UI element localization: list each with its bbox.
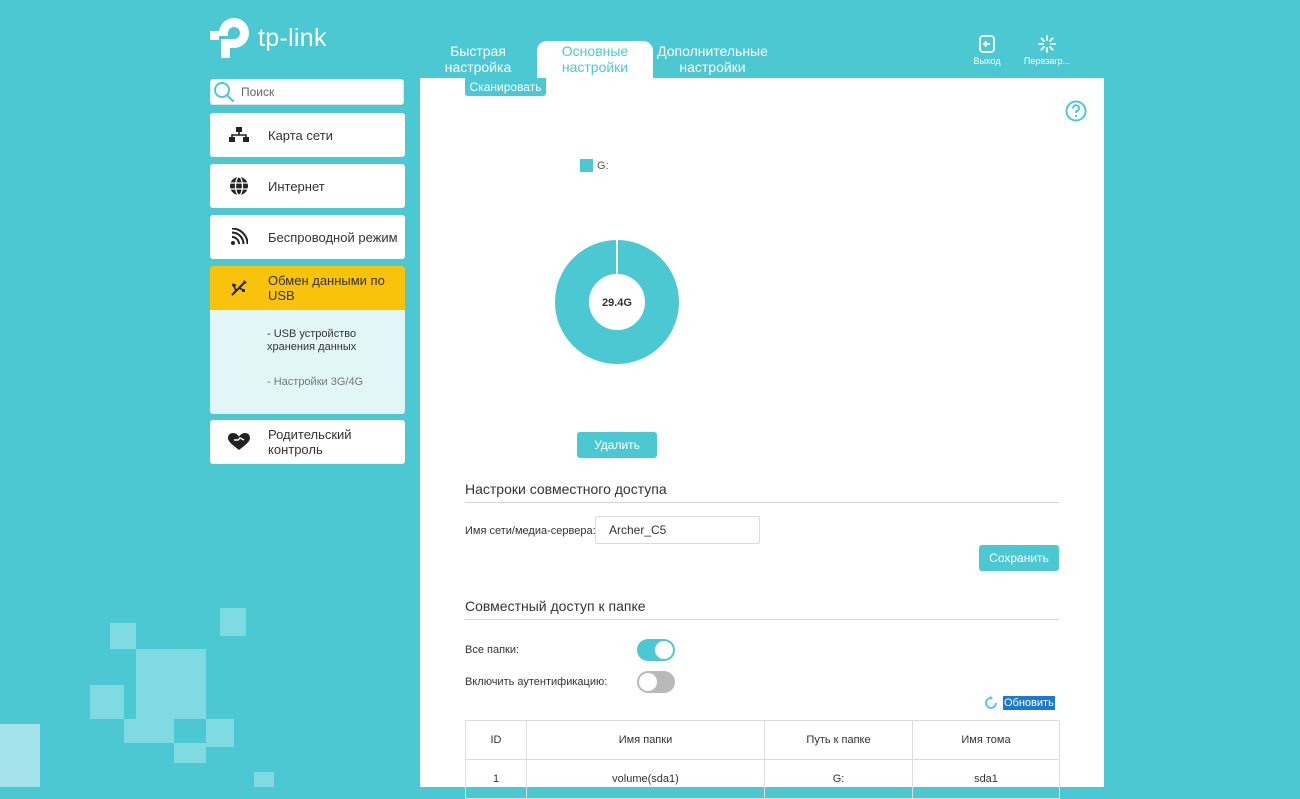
scan-button[interactable]: Сканировать bbox=[465, 78, 546, 96]
submenu-usb-storage[interactable]: - USB устройство хранения данных bbox=[267, 328, 407, 354]
toggle-knob bbox=[639, 673, 657, 691]
toggle-knob bbox=[655, 641, 673, 659]
table-row[interactable]: 1 volume(sda1) G: sda1 bbox=[465, 759, 1060, 799]
folder-sharing-title: Совместный доступ к папке bbox=[465, 598, 646, 614]
search-box[interactable] bbox=[210, 79, 404, 105]
column-header-id: ID bbox=[465, 720, 527, 760]
tab-basic-settings-label: Основные настройки bbox=[561, 43, 629, 75]
usb-icon bbox=[210, 278, 268, 298]
search-input[interactable] bbox=[239, 84, 393, 100]
reboot-button[interactable]: Перезагр... bbox=[1018, 34, 1076, 66]
search-icon bbox=[214, 82, 235, 103]
tp-link-logo-icon bbox=[210, 18, 249, 58]
logout-label: Выход bbox=[973, 56, 1001, 66]
sidebar-item-wireless[interactable]: Беспроводной режим bbox=[210, 215, 405, 259]
legend-label: G: bbox=[597, 159, 609, 172]
column-header-folder-path: Путь к папке bbox=[764, 720, 913, 760]
all-folders-label: Все папки: bbox=[465, 644, 520, 656]
tab-advanced-settings-label: Дополнительные настройки bbox=[657, 43, 768, 75]
auth-toggle[interactable] bbox=[637, 671, 675, 693]
sidebar-item-label: Родительский контроль bbox=[268, 427, 352, 457]
cell-volume-name: sda1 bbox=[912, 759, 1060, 799]
sidebar-item-label: Интернет bbox=[268, 178, 325, 194]
sharing-settings-title: Настроки совместного доступа bbox=[465, 481, 667, 497]
auth-label: Включить аутентификацию: bbox=[465, 676, 608, 688]
donut-center-label: 29.4G bbox=[602, 297, 632, 309]
tab-basic-settings[interactable]: Основные настройки bbox=[537, 41, 653, 80]
cell-folder-name: volume(sda1) bbox=[526, 759, 765, 799]
usb-submenu: - USB устройство хранения данных - Настр… bbox=[210, 310, 405, 414]
divider bbox=[465, 502, 1059, 503]
tab-quick-setup[interactable]: Быстрая настройка bbox=[440, 41, 516, 80]
server-name-label: Имя сети/медиа-сервера: bbox=[465, 525, 596, 537]
legend-swatch bbox=[580, 159, 593, 172]
column-header-folder-name: Имя папки bbox=[526, 720, 765, 760]
folder-table: ID Имя папки Путь к папке Имя тома 1 vol… bbox=[465, 720, 1060, 799]
tab-quick-setup-label: Быстрая настройка bbox=[444, 43, 512, 75]
submenu-3g-4g-settings[interactable]: - Настройки 3G/4G bbox=[267, 376, 363, 389]
all-folders-toggle[interactable] bbox=[637, 639, 675, 661]
network-map-icon bbox=[210, 127, 268, 143]
reboot-label: Перезагр... bbox=[1023, 56, 1071, 66]
help-icon[interactable] bbox=[1065, 100, 1087, 122]
sidebar-item-network-map[interactable]: Карта сети bbox=[210, 113, 405, 157]
refresh-icon bbox=[985, 696, 997, 709]
cell-folder-path: G: bbox=[764, 759, 913, 799]
refresh-button[interactable]: Обновить bbox=[984, 696, 1055, 710]
refresh-label: Обновить bbox=[1003, 696, 1055, 710]
brand-name: tp-link bbox=[258, 23, 327, 52]
server-name-input[interactable] bbox=[595, 516, 760, 544]
save-button[interactable]: Сохранить bbox=[979, 545, 1059, 571]
delete-button[interactable]: Удалить bbox=[577, 432, 657, 458]
table-header-row: ID Имя папки Путь к папке Имя тома bbox=[465, 720, 1060, 760]
wireless-icon bbox=[210, 228, 268, 246]
logout-button[interactable]: Выход bbox=[968, 34, 1006, 66]
globe-icon bbox=[210, 176, 268, 196]
sidebar-item-label: Беспроводной режим bbox=[268, 229, 398, 245]
sidebar-item-usb[interactable]: Обмен данными по USB bbox=[210, 266, 405, 310]
tab-advanced-settings[interactable]: Дополнительные настройки bbox=[655, 41, 770, 80]
divider bbox=[465, 619, 1059, 620]
sidebar-item-label: Обмен данными по USB bbox=[268, 273, 385, 303]
sidebar-item-parental-control[interactable]: Родительский контроль bbox=[210, 420, 405, 464]
parental-control-icon bbox=[210, 433, 268, 451]
sidebar-item-internet[interactable]: Интернет bbox=[210, 164, 405, 208]
main-panel: Сканировать G: 29.4G Удалить Настроки со… bbox=[420, 78, 1104, 799]
logout-icon bbox=[979, 35, 995, 53]
sidebar-item-label: Карта сети bbox=[268, 127, 333, 143]
storage-donut-chart: 29.4G bbox=[555, 240, 679, 364]
legend: G: bbox=[580, 159, 609, 172]
cell-id: 1 bbox=[465, 759, 527, 799]
reboot-icon bbox=[1038, 35, 1056, 53]
column-header-volume-name: Имя тома bbox=[912, 720, 1060, 760]
tp-link-logo: tp-link bbox=[210, 16, 327, 60]
